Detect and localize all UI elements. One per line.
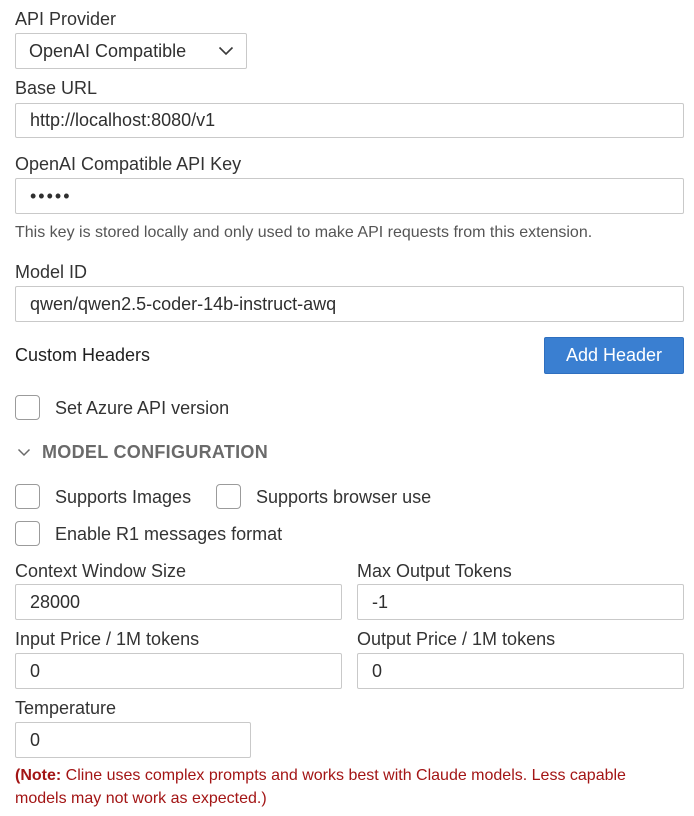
api-provider-label: API Provider <box>15 9 117 29</box>
max-output-label: Max Output Tokens <box>357 561 512 581</box>
supports-images-checkbox[interactable] <box>15 484 40 509</box>
azure-api-version-checkbox[interactable] <box>15 395 40 420</box>
model-configuration-title: MODEL CONFIGURATION <box>42 442 269 462</box>
chevron-down-icon <box>218 46 234 56</box>
temperature-label: Temperature <box>15 698 117 718</box>
temperature-input[interactable] <box>15 722 251 758</box>
api-key-help-text: This key is stored locally and only used… <box>15 224 593 241</box>
api-provider-value: OpenAI Compatible <box>29 40 187 61</box>
context-window-label: Context Window Size <box>15 561 187 581</box>
enable-r1-checkbox[interactable] <box>15 521 40 546</box>
note-text: Cline uses complex prompts and works bes… <box>15 767 626 807</box>
context-window-input[interactable] <box>15 584 342 620</box>
supports-images-label: Supports Images <box>55 487 192 507</box>
model-warning-note: (Note: Cline uses complex prompts and wo… <box>15 764 675 810</box>
azure-api-version-label: Set Azure API version <box>55 398 230 418</box>
api-key-input[interactable] <box>15 178 684 214</box>
base-url-input[interactable] <box>15 103 684 138</box>
base-url-label: Base URL <box>15 78 98 98</box>
note-prefix: (Note: <box>15 767 62 784</box>
model-id-label: Model ID <box>15 262 88 282</box>
output-price-label: Output Price / 1M tokens <box>357 629 556 649</box>
chevron-down-icon <box>17 448 31 457</box>
enable-r1-label: Enable R1 messages format <box>55 524 283 544</box>
output-price-input[interactable] <box>357 653 684 689</box>
add-header-button[interactable]: Add Header <box>544 337 684 374</box>
custom-headers-label: Custom Headers <box>15 345 151 365</box>
max-output-input[interactable] <box>357 584 684 620</box>
supports-browser-label: Supports browser use <box>256 487 432 507</box>
input-price-input[interactable] <box>15 653 342 689</box>
api-key-label: OpenAI Compatible API Key <box>15 154 242 174</box>
input-price-label: Input Price / 1M tokens <box>15 629 200 649</box>
supports-browser-checkbox[interactable] <box>216 484 241 509</box>
api-provider-select[interactable]: OpenAI Compatible <box>15 33 247 69</box>
model-id-input[interactable] <box>15 286 684 322</box>
model-configuration-toggle[interactable]: MODEL CONFIGURATION <box>17 442 268 463</box>
